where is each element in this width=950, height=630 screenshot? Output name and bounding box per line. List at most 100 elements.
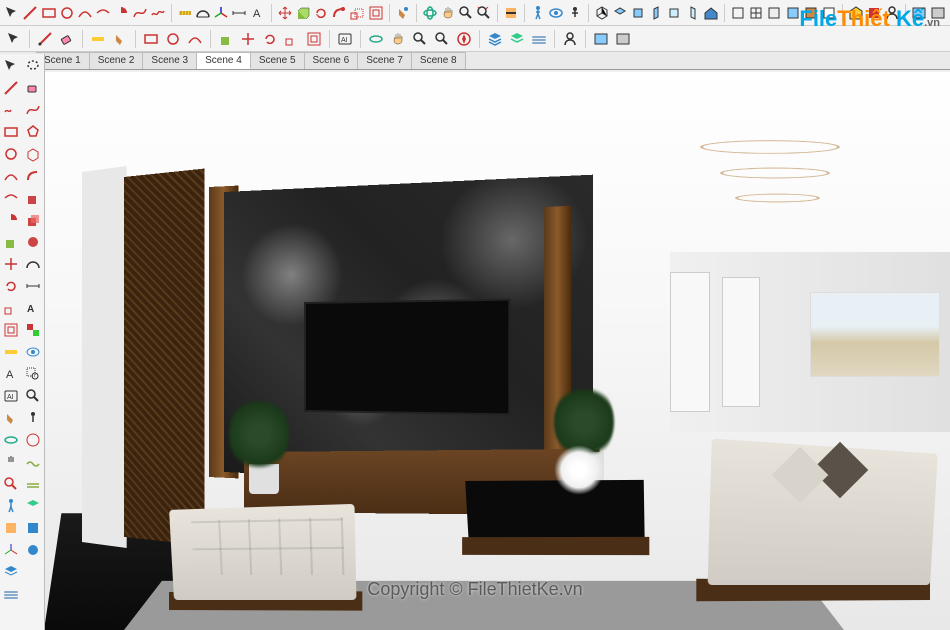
circle2-icon[interactable]: [163, 29, 183, 49]
lt2-sandbox2-icon[interactable]: [23, 474, 43, 494]
layers-icon[interactable]: [485, 29, 505, 49]
lt2-dim-icon[interactable]: [23, 276, 43, 296]
tape-icon[interactable]: [177, 3, 193, 23]
hidden-icon[interactable]: [766, 3, 782, 23]
paint-icon[interactable]: [395, 3, 411, 23]
right-icon[interactable]: [648, 3, 664, 23]
tape2-icon[interactable]: [88, 29, 108, 49]
lt2-text3d-icon[interactable]: A: [23, 298, 43, 318]
lt2-zoomwin-icon[interactable]: [23, 364, 43, 384]
rect2-icon[interactable]: [141, 29, 161, 49]
lt2-layers2-icon[interactable]: [23, 496, 43, 516]
move2-icon[interactable]: [238, 29, 258, 49]
lt2-ext1-icon[interactable]: [23, 518, 43, 538]
lt-scale-icon[interactable]: [1, 298, 21, 318]
position-icon[interactable]: [567, 3, 583, 23]
look-icon[interactable]: [548, 3, 564, 23]
lt-rotate-icon[interactable]: [1, 276, 21, 296]
scene-tab-4[interactable]: Scene 4: [197, 52, 251, 69]
lt-select-icon[interactable]: [1, 56, 21, 76]
lt-zoom-icon[interactable]: [1, 474, 21, 494]
move-icon[interactable]: [276, 3, 292, 23]
lt-pie-icon[interactable]: [1, 210, 21, 230]
rotate2-icon[interactable]: [260, 29, 280, 49]
lt-axes-icon[interactable]: [1, 540, 21, 560]
lt-orbit-icon[interactable]: [1, 430, 21, 450]
pan-icon[interactable]: [440, 3, 456, 23]
orbit2-icon[interactable]: [366, 29, 386, 49]
lt-rect-icon[interactable]: [1, 122, 21, 142]
lt-circle-icon[interactable]: [1, 144, 21, 164]
offset2-icon[interactable]: [304, 29, 324, 49]
house-icon[interactable]: [703, 3, 719, 23]
thumb2-icon[interactable]: [613, 29, 633, 49]
lt2-solid1-icon[interactable]: [23, 188, 43, 208]
circle-icon[interactable]: [59, 3, 75, 23]
scene-tab-5[interactable]: Scene 5: [251, 52, 305, 69]
lt2-position-icon[interactable]: [23, 408, 43, 428]
lt2-mat-icon[interactable]: [23, 320, 43, 340]
scene-tab-6[interactable]: Scene 6: [305, 52, 359, 69]
rotate-icon[interactable]: [313, 3, 329, 23]
lt2-ext2-icon[interactable]: [23, 540, 43, 560]
lt-line-icon[interactable]: [1, 78, 21, 98]
xray-icon[interactable]: [730, 3, 746, 23]
line-icon[interactable]: [22, 3, 38, 23]
thumb1-icon[interactable]: [591, 29, 611, 49]
scale2-icon[interactable]: [282, 29, 302, 49]
line2-icon[interactable]: [35, 29, 55, 49]
zoom-icon[interactable]: [458, 3, 474, 23]
lt2-rect3d-icon[interactable]: [23, 144, 43, 164]
select2-icon[interactable]: [4, 29, 24, 49]
ai-icon[interactable]: AI: [335, 29, 355, 49]
followme-icon[interactable]: [331, 3, 347, 23]
arc-icon[interactable]: [77, 3, 93, 23]
profile-icon[interactable]: [560, 29, 580, 49]
freehand-icon[interactable]: [150, 3, 166, 23]
lt-move-icon[interactable]: [1, 254, 21, 274]
walk-icon[interactable]: [530, 3, 546, 23]
lt-tape-icon[interactable]: [1, 342, 21, 362]
lt2-eraser-icon[interactable]: [23, 78, 43, 98]
lt-pushpull-icon[interactable]: [1, 232, 21, 252]
lt-layers-icon[interactable]: [1, 562, 21, 582]
lt2-protractor-icon[interactable]: [23, 254, 43, 274]
rect-icon[interactable]: [40, 3, 56, 23]
lt2-zoomext-icon[interactable]: [23, 386, 43, 406]
lt2-lasso-icon[interactable]: [23, 56, 43, 76]
lt-text-icon[interactable]: A: [1, 364, 21, 384]
pie-icon[interactable]: [113, 3, 129, 23]
shaded-icon[interactable]: [784, 3, 800, 23]
lt2-look-icon[interactable]: [23, 342, 43, 362]
lt-fog-icon[interactable]: [1, 584, 21, 604]
lt-walk-icon[interactable]: [1, 496, 21, 516]
back-icon[interactable]: [666, 3, 682, 23]
pan2-icon[interactable]: [388, 29, 408, 49]
left-icon[interactable]: [685, 3, 701, 23]
lt-section-icon[interactable]: [1, 518, 21, 538]
lt-freehand-icon[interactable]: [1, 100, 21, 120]
scene-tab-3[interactable]: Scene 3: [143, 52, 197, 69]
lt2-followme-icon[interactable]: [23, 166, 43, 186]
section-icon[interactable]: [503, 3, 519, 23]
lt-arc2-icon[interactable]: [1, 188, 21, 208]
wire-icon[interactable]: [748, 3, 764, 23]
zoom2-icon[interactable]: [410, 29, 430, 49]
compass-icon[interactable]: [454, 29, 474, 49]
viewport-3d[interactable]: Two PointPerspective: [44, 72, 950, 630]
arc3-icon[interactable]: [185, 29, 205, 49]
axes-icon[interactable]: [213, 3, 229, 23]
offset-icon[interactable]: [367, 3, 383, 23]
arc2-icon[interactable]: [95, 3, 111, 23]
select-icon[interactable]: [4, 3, 20, 23]
curve-icon[interactable]: [131, 3, 147, 23]
iso-icon[interactable]: [594, 3, 610, 23]
layers2-icon[interactable]: [507, 29, 527, 49]
zoomext-icon[interactable]: [476, 3, 492, 23]
lt2-solid2-icon[interactable]: [23, 210, 43, 230]
orbit-icon[interactable]: [422, 3, 438, 23]
lt-arc-icon[interactable]: [1, 166, 21, 186]
lt2-solid3-icon[interactable]: [23, 232, 43, 252]
protractor-icon[interactable]: [195, 3, 211, 23]
lt2-poly-icon[interactable]: [23, 122, 43, 142]
